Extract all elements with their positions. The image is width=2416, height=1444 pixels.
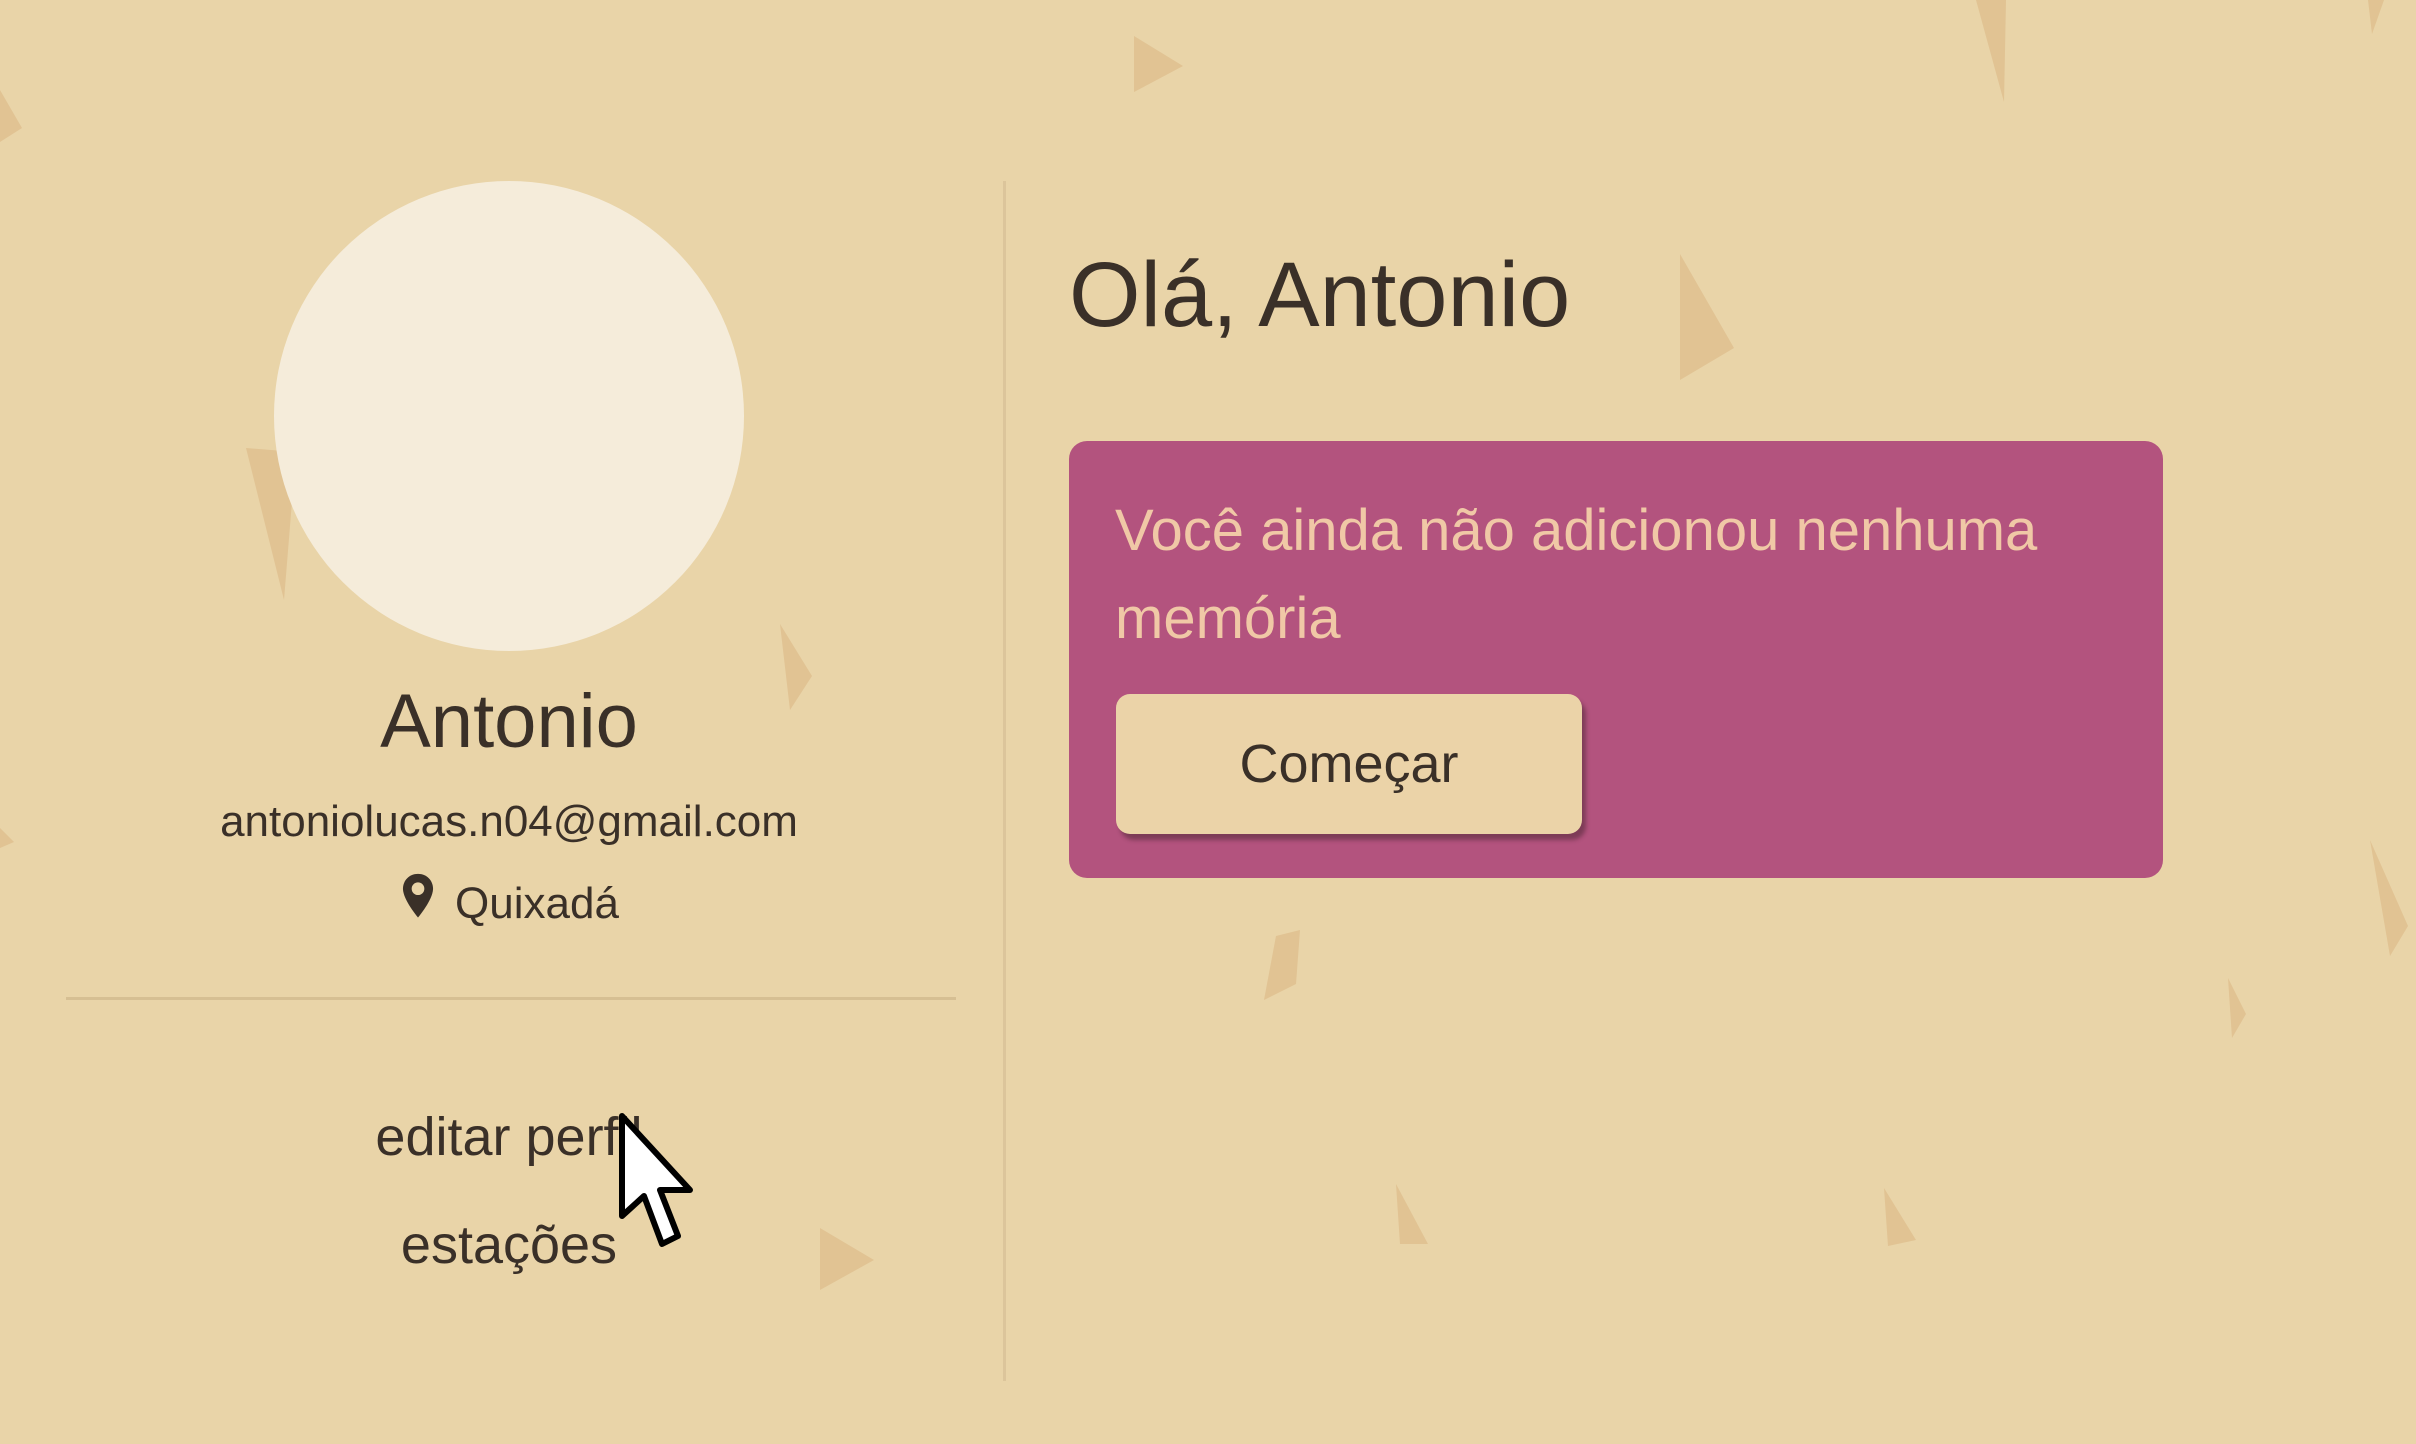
edit-profile-link[interactable]: editar perfil xyxy=(0,1102,1018,1172)
greeting-heading: Olá, Antonio xyxy=(1069,244,1571,346)
location-pin-icon xyxy=(403,873,434,918)
empty-memories-message: Você ainda não adicionou nenhuma memória xyxy=(1115,498,2038,651)
start-button[interactable]: Começar xyxy=(1116,694,1582,834)
profile-name: Antonio xyxy=(380,679,638,764)
seasons-link[interactable]: estações xyxy=(0,1210,1018,1280)
sidebar-divider xyxy=(66,997,956,1000)
profile-location: Quixadá xyxy=(0,872,1018,932)
content-divider xyxy=(1003,181,1006,1381)
empty-memories-card: Você ainda não adicionou nenhuma memória… xyxy=(1069,441,2163,878)
profile-email: antoniolucas.n04@gmail.com xyxy=(220,797,798,846)
mouse-pointer-icon xyxy=(619,1113,693,1247)
avatar[interactable] xyxy=(274,181,744,651)
location-label: Quixadá xyxy=(455,879,619,928)
profile-sidebar: Antonio antoniolucas.n04@gmail.com Quixa… xyxy=(0,0,1005,1444)
